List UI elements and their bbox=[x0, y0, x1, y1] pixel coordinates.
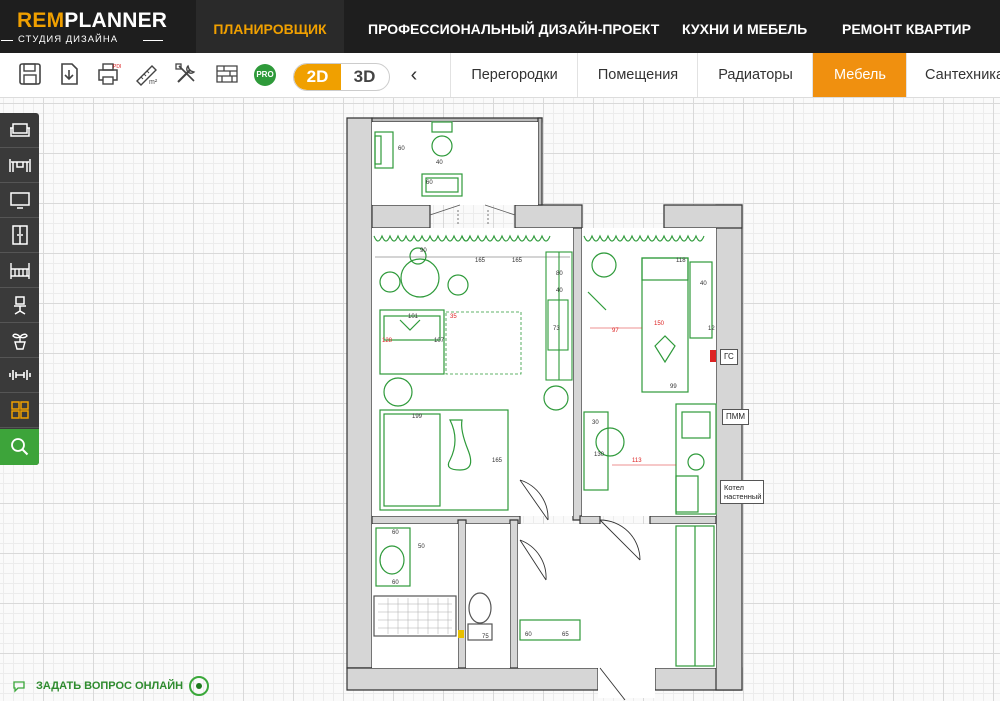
plant-icon[interactable] bbox=[0, 323, 39, 358]
chat-icon bbox=[13, 681, 25, 693]
svg-text:73: 73 bbox=[553, 326, 560, 332]
svg-text:50: 50 bbox=[418, 544, 425, 550]
svg-text:80: 80 bbox=[556, 271, 563, 277]
svg-text:60: 60 bbox=[392, 530, 399, 536]
tagline-rule-left bbox=[1, 40, 13, 41]
svg-text:m²: m² bbox=[149, 79, 158, 86]
svg-text:60: 60 bbox=[426, 180, 433, 186]
svg-text:30: 30 bbox=[592, 420, 599, 426]
svg-text:130: 130 bbox=[594, 452, 605, 458]
dishwasher-label[interactable]: ПММ bbox=[722, 409, 750, 425]
print-pdf-icon[interactable]: PDF bbox=[95, 61, 123, 87]
svg-text:75: 75 bbox=[482, 634, 489, 640]
top-nav: REMPLANNER СТУДИЯ ДИЗАЙНА ПЛАНИРОВЩИК ПР… bbox=[0, 0, 1000, 53]
tagline-rule-right bbox=[143, 40, 163, 41]
svg-text:PDF: PDF bbox=[113, 64, 121, 70]
view-2d-button[interactable]: 2D bbox=[294, 64, 341, 90]
svg-text:40: 40 bbox=[436, 160, 443, 166]
svg-text:113: 113 bbox=[632, 458, 642, 464]
svg-text:165: 165 bbox=[512, 258, 523, 264]
dumbbell-icon[interactable] bbox=[0, 358, 39, 393]
svg-text:60: 60 bbox=[398, 146, 405, 152]
chevron-left-icon[interactable]: ‹ bbox=[406, 63, 422, 89]
tab-radiators[interactable]: Радиаторы bbox=[697, 53, 813, 97]
floor-plan[interactable]: 60 40 60 90 165 165 101 35 128 107 199 1… bbox=[0, 98, 1000, 701]
balcony-door bbox=[429, 204, 516, 225]
svg-text:165: 165 bbox=[492, 458, 503, 464]
svg-text:107: 107 bbox=[434, 338, 445, 344]
gas-meter-label[interactable]: ГС bbox=[720, 349, 738, 365]
svg-text:60: 60 bbox=[392, 580, 399, 586]
svg-text:118: 118 bbox=[676, 258, 686, 264]
tools-icon[interactable] bbox=[173, 61, 199, 87]
logo-tagline: СТУДИЯ ДИЗАЙНА bbox=[18, 34, 119, 45]
svg-text:60: 60 bbox=[525, 632, 532, 638]
chat-label[interactable]: ЗАДАТЬ ВОПРОС ОНЛАЙН bbox=[36, 680, 183, 692]
svg-text:128: 128 bbox=[382, 338, 393, 344]
svg-text:35: 35 bbox=[450, 314, 457, 320]
tab-rooms[interactable]: Помещения bbox=[577, 53, 698, 97]
office-chair-icon[interactable] bbox=[0, 288, 39, 323]
logo-brand-planner: PLANNER bbox=[64, 9, 168, 32]
pro-badge[interactable]: PRO bbox=[254, 64, 276, 86]
svg-text:12: 12 bbox=[708, 326, 715, 332]
logo[interactable]: REMPLANNER СТУДИЯ ДИЗАЙНА bbox=[1, 9, 175, 47]
logo-brand-rem: REM bbox=[17, 9, 65, 32]
svg-text:65: 65 bbox=[562, 632, 569, 638]
nav-apartment-renovation[interactable]: РЕМОНТ КВАРТИР bbox=[842, 0, 971, 53]
download-icon[interactable] bbox=[56, 61, 82, 87]
svg-text:97: 97 bbox=[612, 328, 619, 334]
tab-furniture[interactable]: Мебель bbox=[812, 53, 907, 97]
search-icon[interactable] bbox=[0, 429, 39, 465]
crib-icon[interactable] bbox=[0, 253, 39, 288]
sofa-icon[interactable] bbox=[0, 113, 39, 148]
svg-text:199: 199 bbox=[412, 414, 423, 420]
table-icon[interactable] bbox=[0, 148, 39, 183]
nav-design-project[interactable]: ПРОФЕССИОНАЛЬНЫЙ ДИЗАЙН-ПРОЕКТ bbox=[368, 0, 659, 53]
view-toggle: 2D 3D bbox=[293, 63, 390, 91]
tab-partitions[interactable]: Перегородки bbox=[450, 53, 578, 97]
svg-text:165: 165 bbox=[475, 258, 486, 264]
wardrobe-icon[interactable] bbox=[0, 218, 39, 253]
svg-text:150: 150 bbox=[654, 321, 665, 327]
tab-plumbing[interactable]: Сантехника bbox=[906, 53, 1000, 97]
bricks-icon[interactable] bbox=[214, 61, 240, 87]
chat-status-icon[interactable] bbox=[189, 676, 210, 696]
online-chat[interactable]: ЗАДАТЬ ВОПРОС ОНЛАЙН bbox=[12, 676, 210, 696]
view-3d-button[interactable]: 3D bbox=[341, 64, 388, 90]
nav-kitchens-furniture[interactable]: КУХНИ И МЕБЕЛЬ bbox=[682, 0, 807, 53]
furniture-toolbox bbox=[0, 113, 39, 465]
save-icon[interactable] bbox=[17, 61, 43, 87]
svg-text:90: 90 bbox=[420, 248, 427, 254]
area-m2-icon[interactable]: m² bbox=[134, 61, 160, 87]
svg-text:99: 99 bbox=[670, 384, 677, 390]
tv-icon[interactable] bbox=[0, 183, 39, 218]
svg-text:40: 40 bbox=[556, 288, 563, 294]
grid-icon[interactable] bbox=[0, 393, 39, 428]
nav-planner[interactable]: ПЛАНИРОВЩИК bbox=[196, 0, 344, 53]
svg-text:101: 101 bbox=[408, 314, 419, 320]
boiler-label[interactable]: Котел настенный bbox=[720, 480, 764, 504]
svg-text:40: 40 bbox=[700, 281, 707, 287]
